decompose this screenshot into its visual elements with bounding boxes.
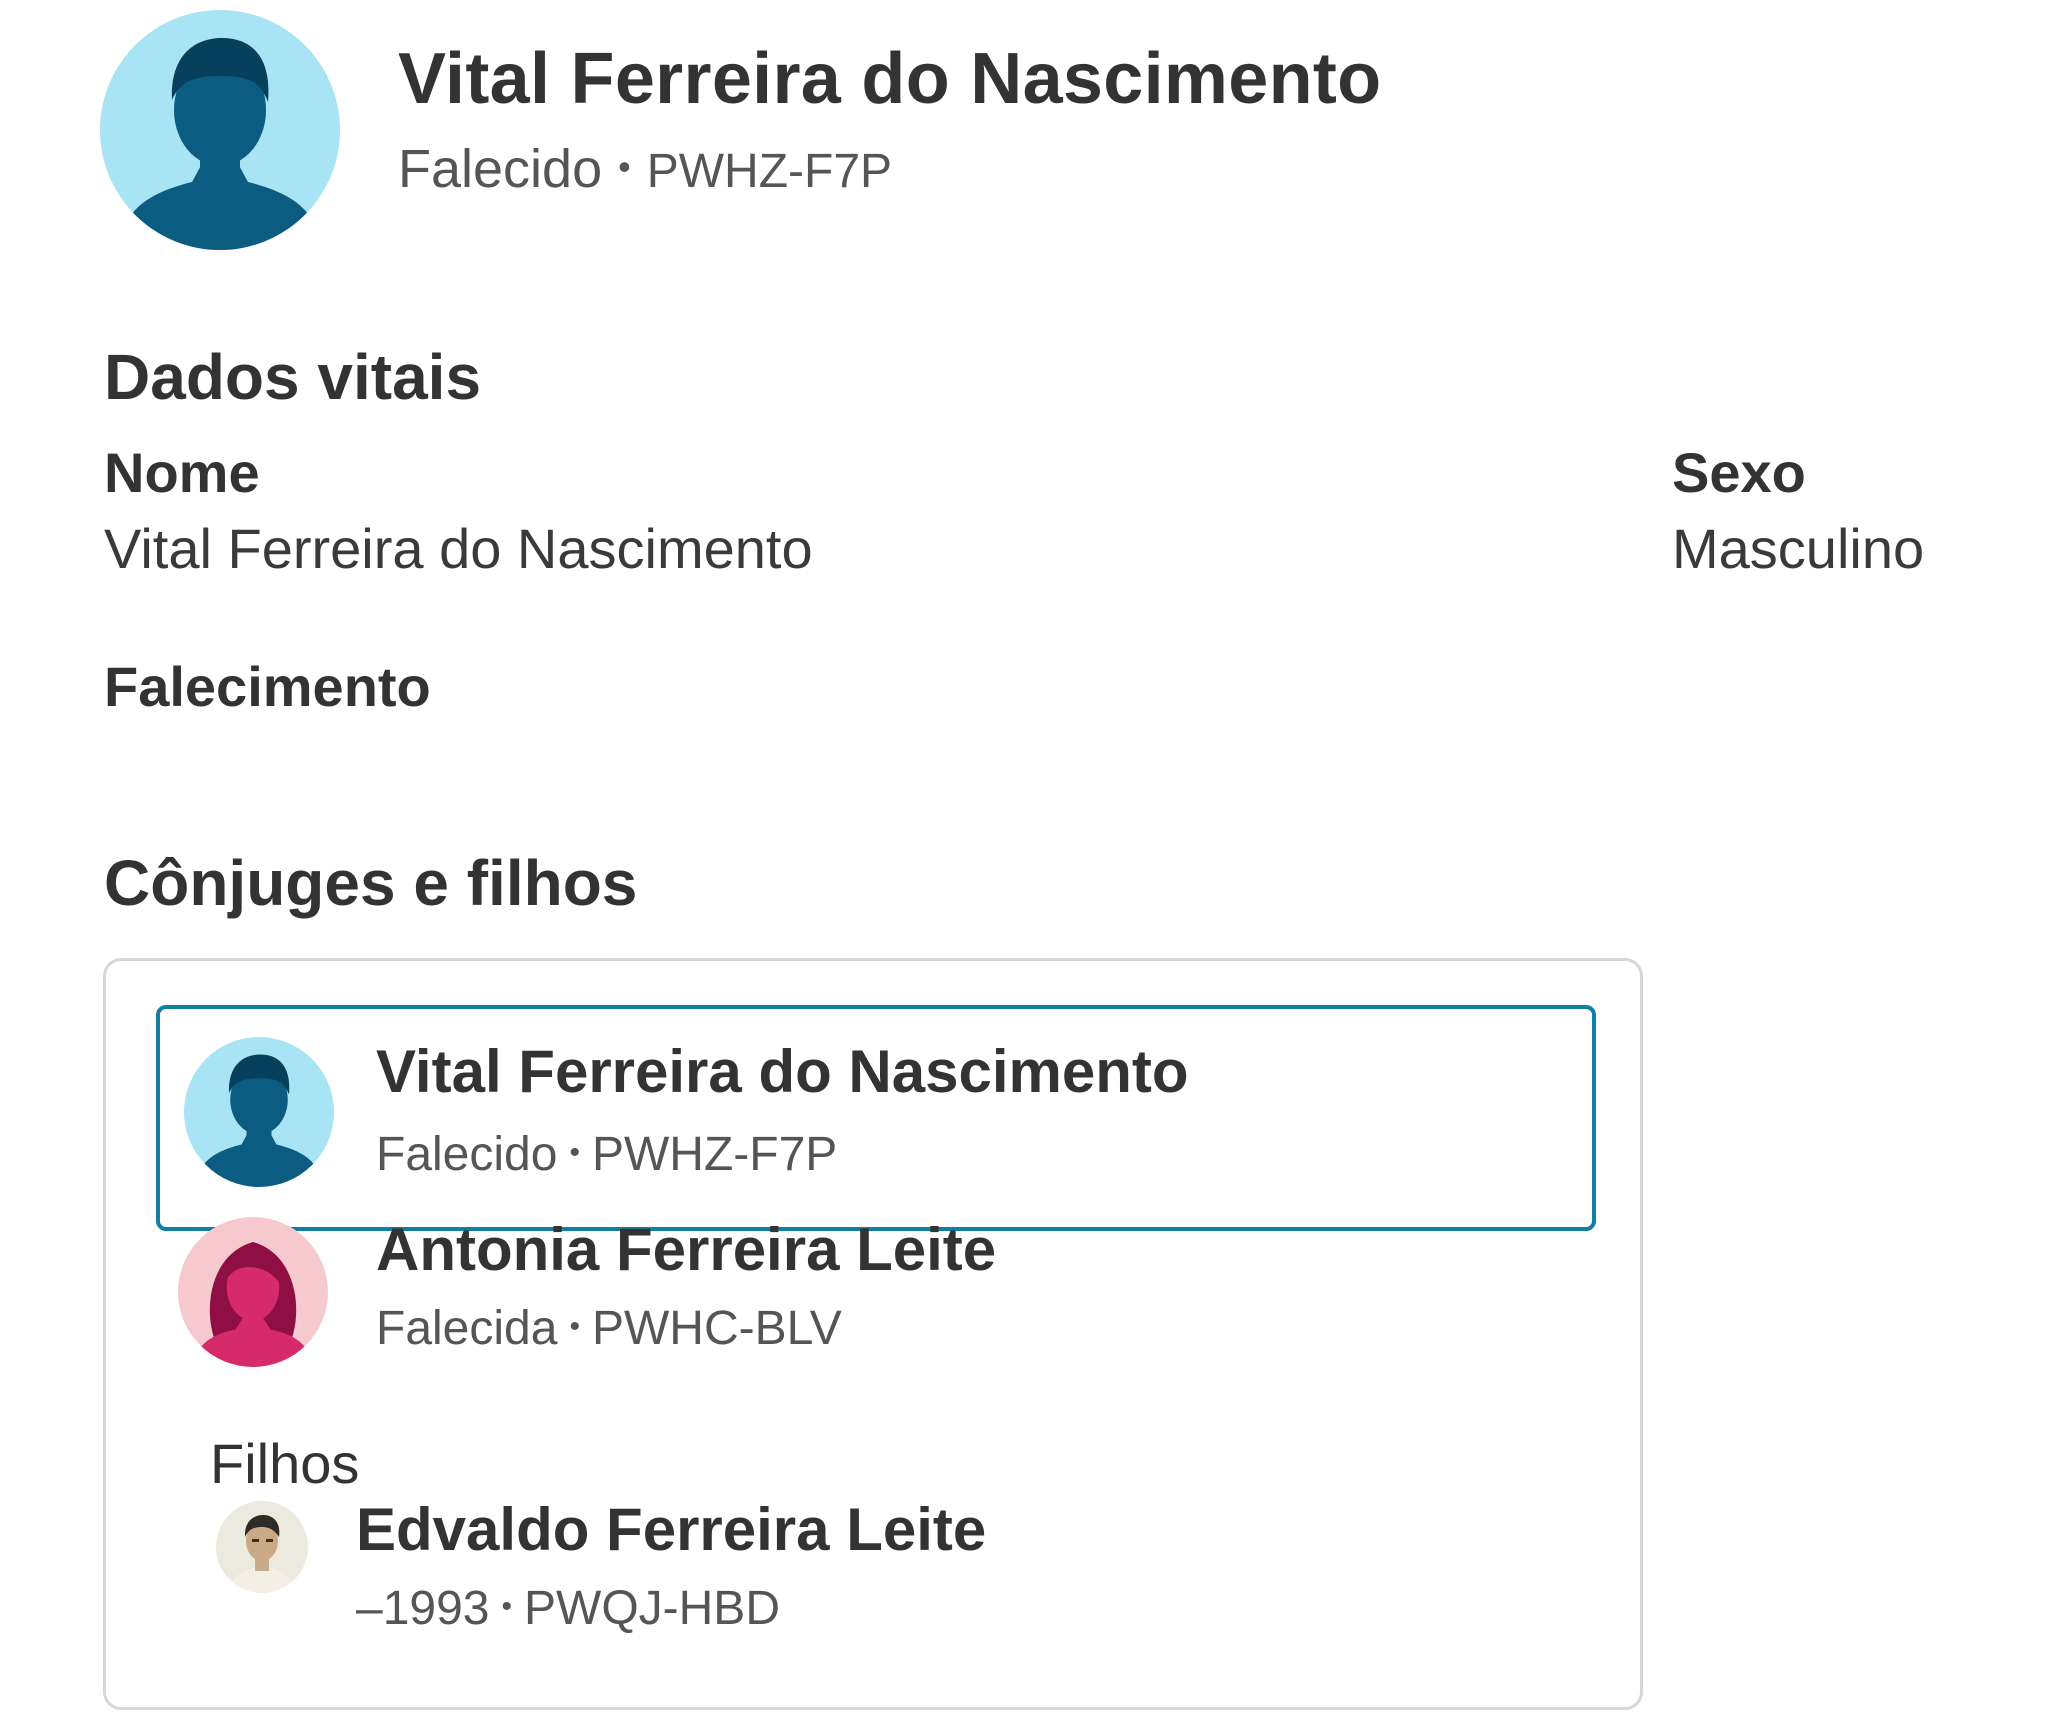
family-heading: Cônjuges e filhos xyxy=(104,847,638,919)
child-id: PWQJ-HBD xyxy=(524,1582,780,1635)
male-avatar-icon xyxy=(100,10,340,250)
separator-dot: • xyxy=(618,145,631,187)
member-status-line: Falecida • PWHC-BLV xyxy=(376,1301,842,1356)
portrait-photo-icon xyxy=(216,1501,308,1593)
member-id: PWHC-BLV xyxy=(591,1302,842,1355)
name-value: Vital Ferreira do Nascimento xyxy=(104,517,813,580)
sex-label: Sexo xyxy=(1672,441,1806,504)
person-id[interactable]: PWHZ-F7P xyxy=(647,145,892,198)
family-member-child[interactable]: Edvaldo Ferreira Leite –1993 • PWQJ-HBD xyxy=(156,1496,1596,1701)
person-page: Vital Ferreira do Nascimento Falecido • PW… xyxy=(0,0,2048,1717)
sex-value: Masculino xyxy=(1672,517,1925,580)
member-status: Falecido xyxy=(376,1128,558,1181)
family-member-spouse[interactable]: Antonia Ferreira Leite Falecida • PWHC-BLV xyxy=(156,1215,1596,1443)
member-status: Falecida xyxy=(376,1302,558,1355)
family-member-self[interactable]: Vital Ferreira do Nascimento Falecido • PW… xyxy=(156,1005,1596,1231)
family-card: Vital Ferreira do Nascimento Falecido • PW… xyxy=(103,958,1643,1710)
separator-dot: • xyxy=(569,1136,580,1170)
member-name[interactable]: Vital Ferreira do Nascimento xyxy=(376,1037,1189,1106)
separator-dot: • xyxy=(501,1590,512,1624)
child-lifespan: –1993 xyxy=(356,1582,490,1635)
member-name[interactable]: Antonia Ferreira Leite xyxy=(376,1215,996,1284)
member-id: PWHZ-F7P xyxy=(591,1128,838,1181)
death-label: Falecimento xyxy=(104,655,431,718)
children-label: Filhos xyxy=(210,1432,360,1495)
child-info-line: –1993 • PWQJ-HBD xyxy=(356,1581,780,1636)
person-name-heading: Vital Ferreira do Nascimento xyxy=(398,39,1382,119)
female-avatar-icon xyxy=(178,1217,328,1367)
name-label: Nome xyxy=(104,441,260,504)
member-status-line: Falecido • PWHZ-F7P xyxy=(376,1127,837,1182)
separator-dot: • xyxy=(569,1310,580,1344)
person-status-line: Falecido • PWHZ-F7P xyxy=(398,138,892,200)
vital-data-heading: Dados vitais xyxy=(104,341,482,413)
child-name[interactable]: Edvaldo Ferreira Leite xyxy=(356,1495,986,1564)
male-avatar-icon xyxy=(184,1037,334,1187)
person-status: Falecido xyxy=(398,139,603,199)
